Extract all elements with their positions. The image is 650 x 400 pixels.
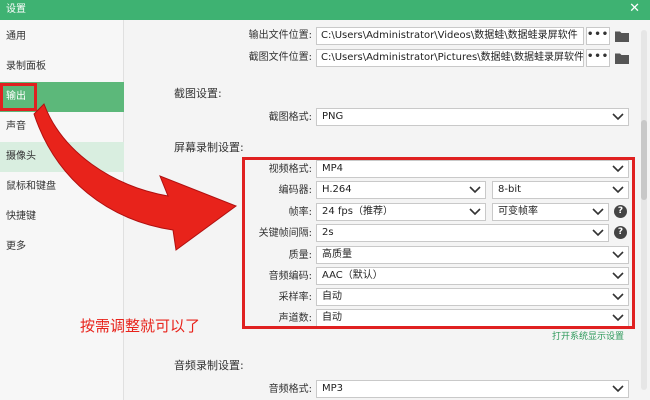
screenshot-format-select[interactable]: PNG	[316, 108, 629, 126]
close-icon[interactable]: ✕	[629, 1, 640, 17]
audio-format-value: MP3	[322, 383, 344, 394]
window-title: 设置	[6, 4, 26, 15]
output-folder-icon[interactable]	[615, 30, 629, 42]
open-system-display-settings-link[interactable]: 打开系统显示设置	[552, 331, 624, 343]
screenshot-format-label: 截图格式:	[268, 112, 312, 123]
screenshot-folder-input[interactable]: C:\Users\Administrator\Pictures\数据蛙\数据蛙录…	[316, 49, 584, 67]
screenshot-settings-title: 截图设置:	[174, 87, 222, 100]
chevron-down-icon	[612, 385, 624, 393]
scrollbar[interactable]	[641, 30, 647, 390]
annotation-text: 按需调整就可以了	[80, 317, 201, 335]
sidebar-item-hotkeys[interactable]: 快捷键	[0, 202, 124, 232]
screenshot-format-value: PNG	[322, 111, 344, 122]
sidebar-item-general[interactable]: 通用	[0, 22, 124, 52]
sidebar-item-sound[interactable]: 声音	[0, 112, 124, 142]
window-titlebar: 设置 ✕	[0, 0, 650, 20]
recording-settings-highlight-box	[242, 157, 635, 329]
screen-recording-title: 屏幕录制设置:	[174, 141, 244, 154]
output-folder-label: 输出文件位置:	[248, 30, 312, 41]
screenshot-folder-label: 截图文件位置:	[248, 52, 312, 63]
output-folder-input[interactable]: C:\Users\Administrator\Videos\数据蛙\数据蛙录屏软…	[316, 27, 584, 45]
chevron-down-icon	[612, 113, 624, 121]
sidebar-item-mouse-keyboard[interactable]: 鼠标和键盘	[0, 172, 124, 202]
screenshot-folder-icon[interactable]	[615, 52, 629, 64]
scrollbar-thumb[interactable]	[641, 120, 647, 200]
audio-format-select[interactable]: MP3	[316, 380, 629, 398]
screenshot-folder-browse-button[interactable]: •••	[586, 49, 610, 67]
output-highlight-box	[0, 83, 37, 111]
audio-format-label: 音频格式:	[268, 384, 312, 395]
output-folder-browse-button[interactable]: •••	[586, 27, 610, 45]
sidebar-item-more[interactable]: 更多	[0, 232, 124, 262]
sidebar-item-recording-panel[interactable]: 录制面板	[0, 52, 124, 82]
audio-recording-title: 音频录制设置:	[174, 359, 244, 372]
sidebar: 通用 录制面板 输出 声音 摄像头 鼠标和键盘 快捷键 更多	[0, 20, 124, 400]
sidebar-item-camera[interactable]: 摄像头	[0, 142, 124, 172]
